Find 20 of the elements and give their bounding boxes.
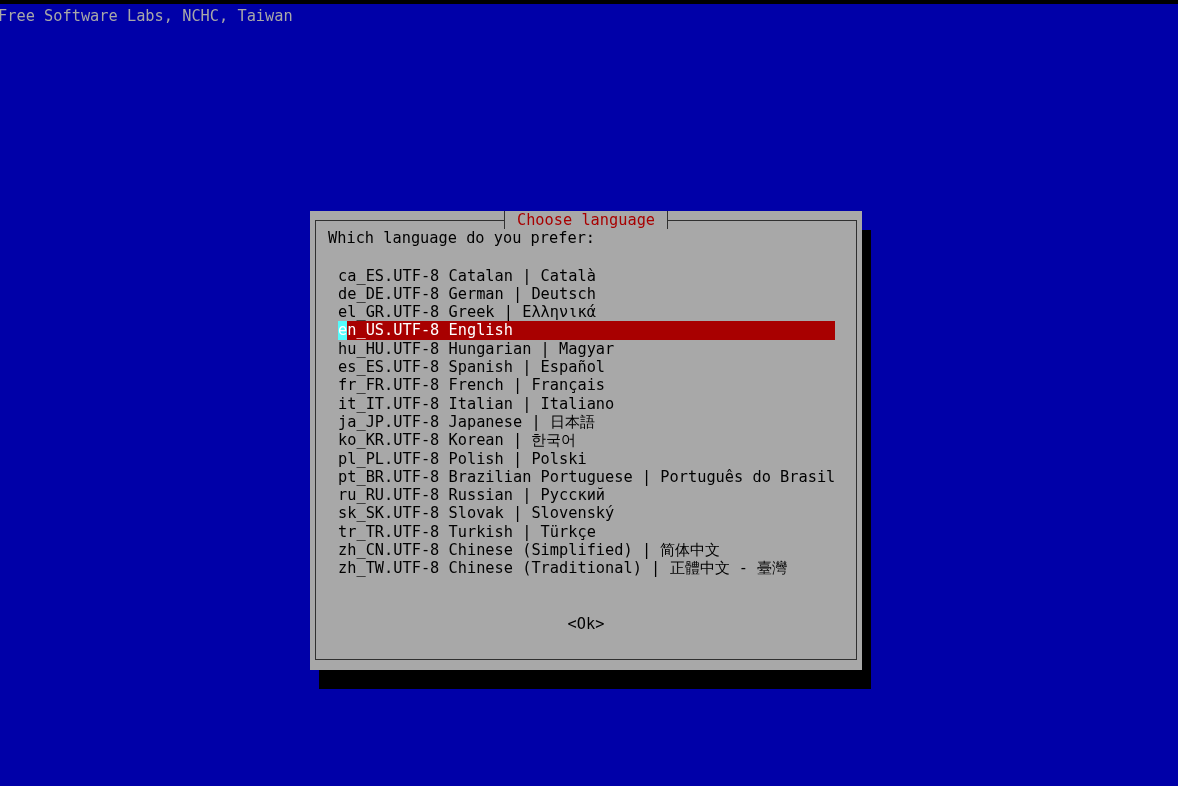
language-item[interactable]: de_DE.UTF-8 German | Deutsch [338, 284, 835, 304]
language-item[interactable]: fr_FR.UTF-8 French | Français [338, 376, 835, 395]
language-item[interactable]: ja_JP.UTF-8 Japanese | 日本語 [338, 412, 835, 432]
prompt-text: Which language do you prefer: [328, 229, 596, 248]
language-item[interactable]: ca_ES.UTF-8 Catalan | Català [338, 266, 835, 285]
language-item[interactable]: zh_TW.UTF-8 Chinese (Traditional) | 正體中文 - 臺灣 [338, 559, 835, 578]
language-item[interactable]: zh_CN.UTF-8 Chinese (Simplified) | 简体中文 [338, 541, 835, 560]
language-item[interactable]: hu_HU.UTF-8 Hungarian | Magyar [338, 339, 835, 359]
language-item[interactable]: pl_PL.UTF-8 Polish | Polski [338, 449, 835, 468]
ok-button[interactable]: <Ok> [567, 614, 605, 633]
language-item[interactable]: it_IT.UTF-8 Italian | Italiano [338, 394, 835, 413]
language-item[interactable]: es_ES.UTF-8 Spanish | Español [338, 358, 835, 377]
header-text: Free Software Labs, NCHC, Taiwan [0, 6, 294, 26]
language-item[interactable]: el_GR.UTF-8 Greek | Ελληνικά [338, 303, 835, 322]
language-item[interactable]: tr_TR.UTF-8 Turkish | Türkçe [338, 522, 835, 542]
language-item[interactable]: sk_SK.UTF-8 Slovak | Slovenský [338, 504, 835, 523]
language-item[interactable]: pt_BR.UTF-8 Brazilian Portuguese | Português do Brasil [338, 467, 835, 487]
dialog-title: Choose language [503, 211, 669, 230]
language-item[interactable]: ru_RU.UTF-8 Russian | Русский [338, 486, 835, 505]
language-item[interactable]: ko_KR.UTF-8 Korean | 한국어 [338, 431, 835, 450]
